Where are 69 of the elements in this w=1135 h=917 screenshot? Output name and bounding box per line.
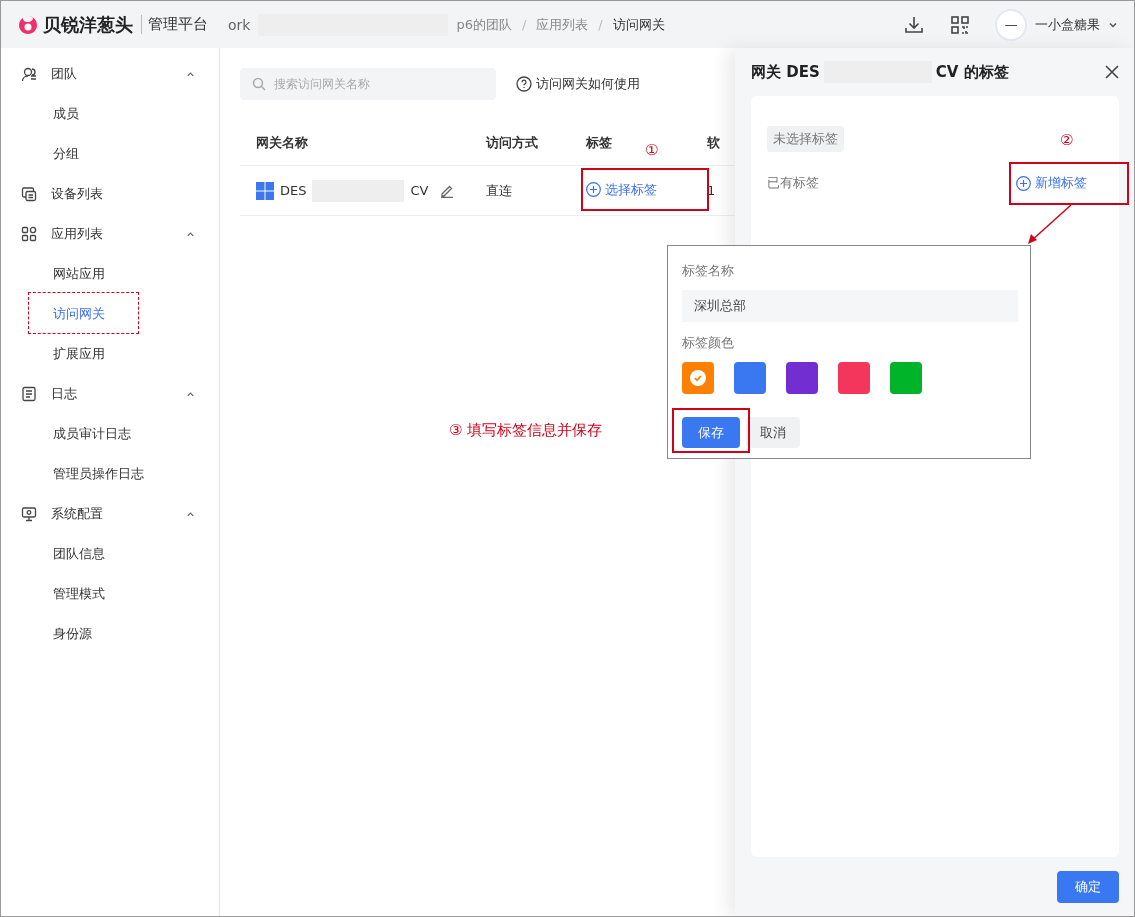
breadcrumb-separator: / [598, 17, 603, 32]
gateway-name: CV [410, 183, 429, 198]
edit-icon[interactable] [440, 183, 455, 198]
sidebar-group[interactable]: 团队 [1, 54, 219, 94]
sidebar-group[interactable]: 设备列表 [1, 174, 219, 214]
breadcrumb-item[interactable]: 访问网关 [612, 15, 665, 34]
brand-name: 贝锐洋葱头 [43, 12, 133, 37]
user-name[interactable]: 一小盒糖果 [1035, 15, 1100, 34]
sidebar-item[interactable]: 成员 [1, 94, 219, 134]
log-icon [21, 386, 37, 402]
sidebar-item[interactable]: 访问网关 [1, 294, 219, 334]
field-label: 标签颜色 [682, 334, 735, 352]
empty-tag-chip: 未选择标签 [767, 126, 844, 152]
sidebar-item[interactable]: 分组 [1, 134, 219, 174]
color-swatch[interactable] [890, 362, 922, 394]
color-swatch[interactable] [786, 362, 818, 394]
chevron-icon[interactable] [186, 389, 195, 399]
help-icon [516, 76, 532, 92]
add-tag-link[interactable]: 新增标签 [1016, 174, 1087, 192]
color-swatch[interactable] [682, 362, 714, 394]
sidebar-item[interactable]: 网站应用 [1, 254, 219, 294]
color-swatch[interactable] [734, 362, 766, 394]
drawer-title: CV 的标签 [935, 62, 1009, 82]
close-icon[interactable] [1105, 65, 1119, 79]
add-icon [585, 182, 601, 198]
org-name: ork [228, 16, 251, 33]
help-link[interactable]: 访问网关如何使用 [516, 75, 640, 93]
step-number: ② [1060, 131, 1074, 149]
product-name: 管理平台 [141, 15, 208, 34]
device-icon [21, 186, 37, 202]
confirm-button[interactable]: 确定 [1057, 871, 1119, 903]
section-label: 已有标签 [767, 174, 820, 192]
sidebar-item[interactable]: 管理模式 [1, 574, 219, 614]
sidebar-item[interactable]: 扩展应用 [1, 334, 219, 374]
sidebar-group[interactable]: 应用列表 [1, 214, 219, 254]
chevron-icon[interactable] [186, 229, 195, 239]
sidebar-item[interactable]: 身份源 [1, 614, 219, 654]
save-button[interactable]: 保存 [682, 417, 740, 448]
cancel-button[interactable]: 取消 [746, 417, 800, 448]
column-header: 网关名称 [240, 120, 471, 166]
table-cell: 直连 [470, 165, 570, 216]
field-label: 标签名称 [682, 262, 735, 280]
select-tag-link[interactable]: 选择标签 [585, 180, 657, 199]
sidebar-item[interactable]: 管理员操作日志 [1, 454, 219, 494]
qr-code-icon[interactable] [949, 13, 971, 36]
sidebar-group[interactable]: 系统配置 [1, 494, 219, 534]
apps-icon [21, 226, 37, 242]
gateway-name: DES [280, 183, 307, 198]
windows-icon [256, 181, 274, 200]
breadcrumb-separator: / [521, 17, 527, 32]
tag-name-field[interactable]: 深圳总部 [682, 290, 1018, 322]
logo-icon [17, 13, 39, 36]
color-swatch[interactable] [838, 362, 870, 394]
check-icon [690, 370, 706, 386]
sidebar-item[interactable]: 成员审计日志 [1, 414, 219, 454]
column-header: 访问方式 [470, 120, 570, 166]
search-field[interactable]: 搜索访问网关名称 [240, 68, 496, 100]
chevron-icon[interactable] [186, 509, 195, 519]
search-icon [252, 77, 266, 91]
drawer-title: 网关 DES [751, 62, 820, 82]
sidebar-group[interactable]: 日志 [1, 374, 219, 414]
step-number: ① [645, 141, 659, 159]
add-icon [1016, 175, 1031, 191]
sidebar-item[interactable]: 团队信息 [1, 534, 219, 574]
user-avatar[interactable]: — [995, 8, 1027, 41]
step-caption: ③ 填写标签信息并保存 [449, 421, 603, 440]
config-icon [21, 506, 37, 522]
chevron-icon[interactable] [186, 69, 195, 79]
team-icon [21, 66, 37, 82]
